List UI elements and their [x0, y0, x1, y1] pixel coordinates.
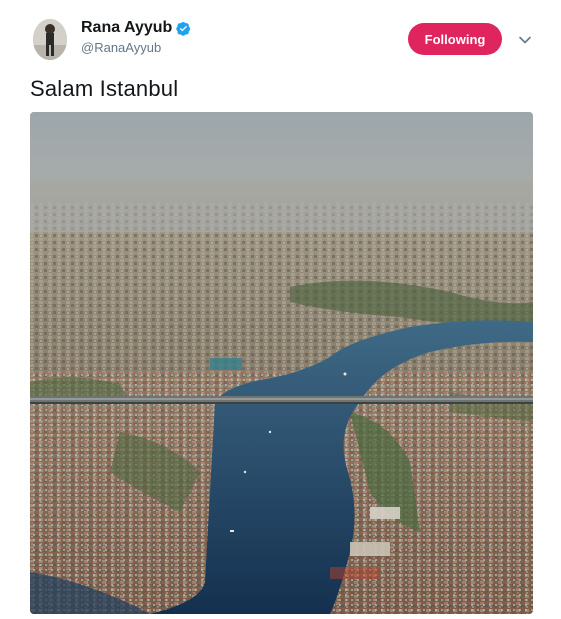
user-handle[interactable]: @RanaAyyub	[81, 40, 161, 55]
verified-badge-icon	[176, 21, 191, 36]
avatar-photo	[33, 19, 67, 60]
tweet-text: Salam Istanbul	[30, 76, 179, 101]
user-name[interactable]: Rana Ayyub	[81, 19, 172, 37]
chevron-down-icon[interactable]	[518, 33, 532, 47]
following-button[interactable]: Following	[408, 23, 502, 55]
tweet-photo[interactable]	[30, 112, 533, 614]
user-name-row[interactable]: Rana Ayyub	[81, 19, 191, 37]
avatar[interactable]	[33, 19, 67, 60]
aerial-city-photo	[30, 112, 533, 614]
